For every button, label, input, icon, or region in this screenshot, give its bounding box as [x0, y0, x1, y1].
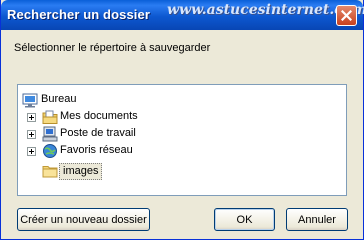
network-places-icon: [43, 144, 57, 158]
expand-icon[interactable]: [27, 113, 36, 122]
desktop-icon: [22, 93, 38, 108]
my-computer-icon: [42, 126, 58, 142]
watermark-text: www.astucesinternet.com: [167, 2, 364, 18]
tree-node-label: Poste de travail: [60, 127, 136, 139]
window-title: Rechercher un dossier: [7, 7, 150, 22]
my-documents-icon: [42, 110, 58, 124]
tree-node-label: Favoris réseau: [60, 144, 133, 156]
tree-node-label: Mes documents: [60, 110, 138, 122]
folder-icon: [42, 166, 58, 178]
tree-node-images[interactable]: images: [59, 163, 103, 180]
instruction-label: Sélectionner le répertoire à sauvegarder: [14, 42, 211, 54]
tree-node-label: Bureau: [41, 93, 77, 105]
expand-icon[interactable]: [27, 130, 36, 139]
close-button[interactable]: [336, 5, 357, 26]
cancel-button[interactable]: Annuler: [286, 208, 348, 231]
folder-tree[interactable]: Bureau Mes documents Poste de travail Fa…: [17, 84, 347, 196]
close-icon: [341, 10, 352, 21]
browse-folder-dialog: Rechercher un dossier www.astucesinterne…: [0, 0, 364, 240]
title-bar[interactable]: Rechercher un dossier www.astucesinterne…: [1, 0, 364, 30]
new-folder-button[interactable]: Créer un nouveau dossier: [17, 208, 150, 231]
expand-icon[interactable]: [27, 147, 36, 156]
ok-button[interactable]: OK: [214, 208, 275, 231]
